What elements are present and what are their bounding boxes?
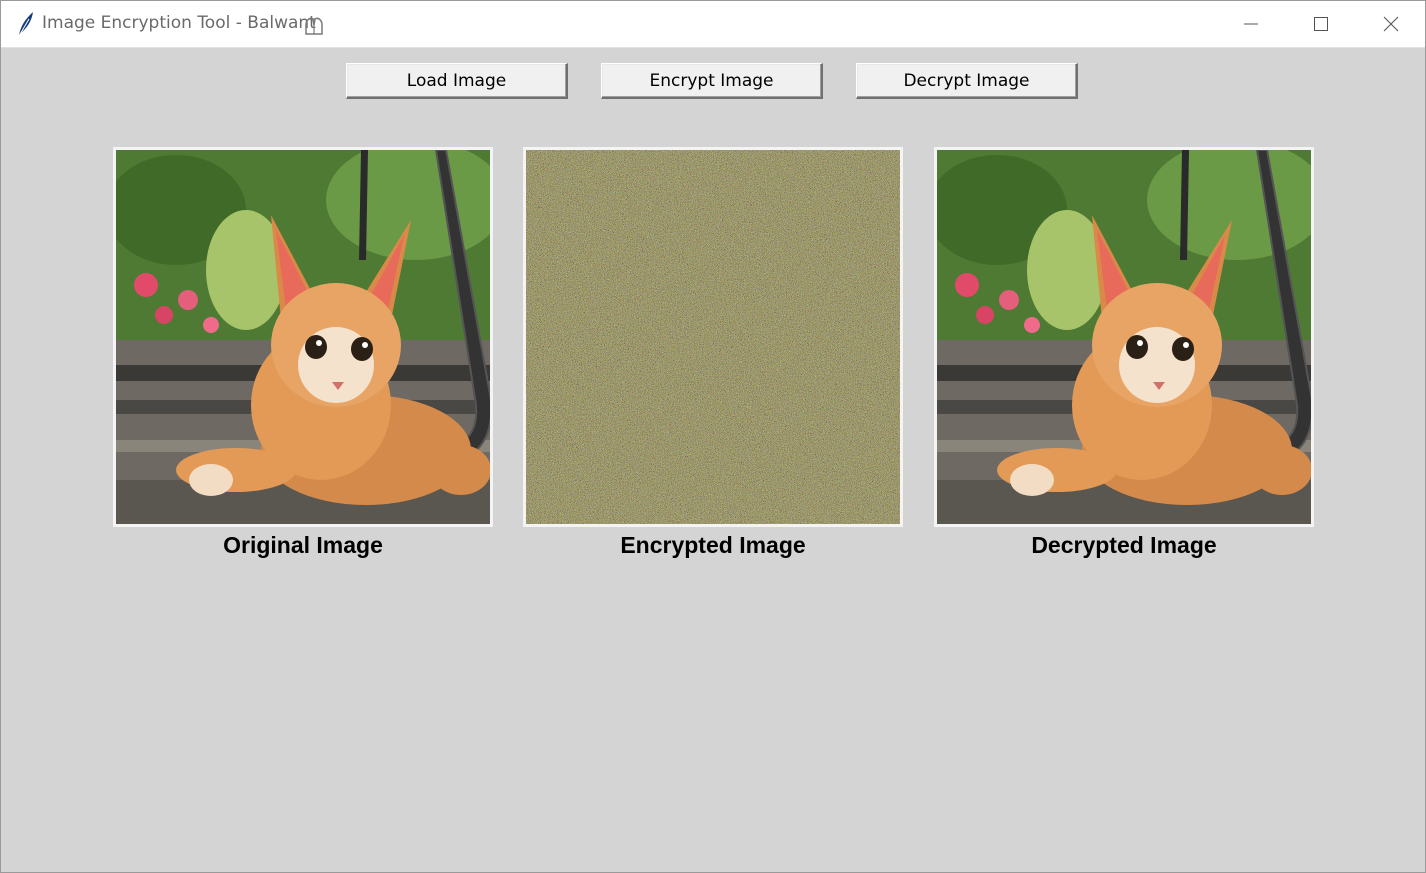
window-title: Image Encryption Tool - Balwant — [42, 13, 316, 33]
load-image-button[interactable]: Load Image — [346, 63, 568, 99]
original-image-caption: Original Image — [223, 532, 383, 558]
encrypted-image-frame — [523, 147, 903, 527]
original-image-frame — [113, 147, 493, 527]
maximize-icon — [1314, 17, 1328, 31]
decrypt-image-button[interactable]: Decrypt Image — [856, 63, 1078, 99]
feather-icon — [18, 12, 33, 37]
close-button[interactable] — [1356, 1, 1425, 47]
maximize-button[interactable] — [1286, 1, 1356, 47]
title-bar[interactable]: Image Encryption Tool - Balwant — [1, 1, 1425, 48]
app-window: Image Encryption Tool - Balwant Load Ima… — [0, 0, 1426, 873]
decrypted-image-frame — [934, 147, 1314, 527]
original-image — [116, 150, 490, 524]
decrypted-image — [937, 150, 1311, 524]
decrypted-image-caption: Decrypted Image — [1031, 532, 1217, 558]
minimize-button[interactable] — [1216, 1, 1286, 47]
encrypted-image-caption: Encrypted Image — [620, 532, 806, 558]
encrypted-image — [526, 150, 900, 524]
close-icon — [1383, 16, 1399, 32]
praying-hands-emoji-icon — [305, 17, 323, 35]
encrypt-image-button[interactable]: Encrypt Image — [601, 63, 823, 99]
minimize-icon — [1244, 23, 1258, 25]
